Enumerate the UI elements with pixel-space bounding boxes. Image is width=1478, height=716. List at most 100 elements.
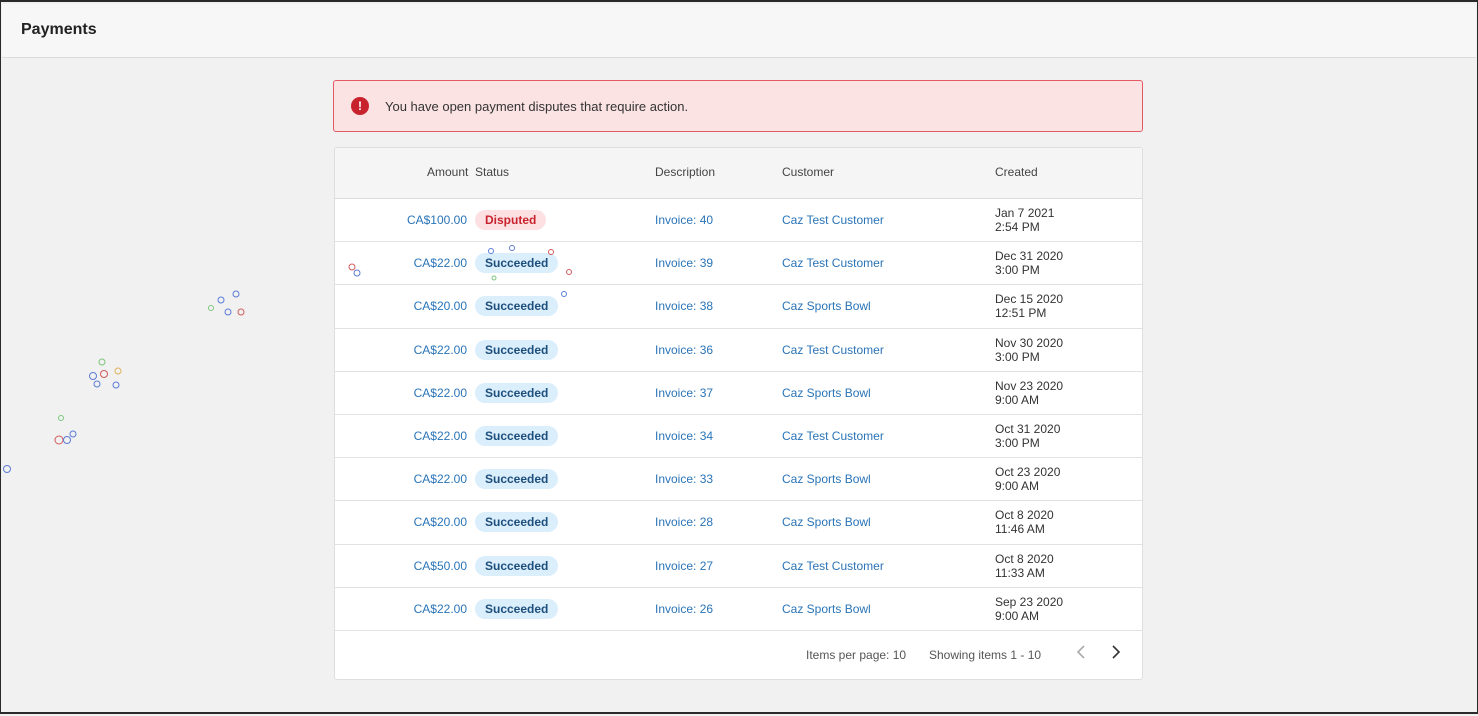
customer-link[interactable]: Caz Test Customer: [782, 343, 884, 357]
customer-link[interactable]: Caz Test Customer: [782, 559, 884, 573]
created-cell: Oct 31 2020 3:00 PM: [995, 422, 1060, 450]
status-badge: Succeeded: [475, 512, 559, 533]
status-cell: Succeeded: [475, 339, 559, 360]
created-date: Nov 30 2020: [995, 335, 1064, 350]
status-cell: Disputed: [475, 210, 547, 231]
customer-link[interactable]: Caz Test Customer: [782, 429, 884, 443]
table-row[interactable]: CA$22.00 Succeeded Invoice: 39 Caz Test Cus…: [335, 242, 1142, 286]
payments-table: Amount Status Description Customer Creat…: [334, 147, 1143, 680]
status-badge: Succeeded: [475, 296, 559, 317]
status-cell: Succeeded: [475, 469, 559, 490]
invoice-link[interactable]: Invoice: 28: [655, 515, 713, 529]
column-header-amount[interactable]: Amount: [427, 165, 468, 179]
created-time: 3:00 PM: [995, 436, 1040, 451]
customer-link[interactable]: Caz Sports Bowl: [782, 386, 871, 400]
amount-link[interactable]: CA$22.00: [414, 429, 467, 443]
amount-link[interactable]: CA$22.00: [414, 256, 467, 270]
table-row[interactable]: CA$100.00 Disputed Invoice: 40 Caz Test Cus…: [335, 199, 1142, 243]
created-time: 2:54 PM: [995, 220, 1040, 235]
amount-link[interactable]: CA$20.00: [414, 299, 467, 313]
invoice-link[interactable]: Invoice: 26: [655, 602, 713, 616]
invoice-link[interactable]: Invoice: 40: [655, 213, 713, 227]
customer-link[interactable]: Caz Sports Bowl: [782, 515, 871, 529]
amount-link[interactable]: CA$22.00: [414, 386, 467, 400]
customer-link[interactable]: Caz Sports Bowl: [782, 472, 871, 486]
amount-link[interactable]: CA$100.00: [407, 213, 467, 227]
invoice-link[interactable]: Invoice: 36: [655, 343, 713, 357]
table-row[interactable]: CA$22.00 Succeeded Invoice: 33 Caz Sports B…: [335, 458, 1142, 502]
status-badge: Succeeded: [475, 253, 559, 274]
amount-link[interactable]: CA$22.00: [414, 343, 467, 357]
created-time: 12:51 PM: [995, 306, 1047, 321]
created-cell: Sep 23 2020 9:00 AM: [995, 595, 1063, 623]
status-cell: Succeeded: [475, 555, 559, 576]
created-cell: Dec 31 2020 3:00 PM: [995, 249, 1063, 277]
created-cell: Oct 23 2020 9:00 AM: [995, 465, 1060, 493]
created-cell: Nov 23 2020 9:00 AM: [995, 379, 1063, 407]
status-badge: Succeeded: [475, 426, 559, 447]
created-date: Jan 7 2021: [995, 206, 1055, 221]
status-badge: Succeeded: [475, 598, 559, 619]
created-time: 9:00 AM: [995, 608, 1040, 623]
invoice-link[interactable]: Invoice: 34: [655, 429, 713, 443]
amount-link[interactable]: CA$50.00: [414, 559, 467, 573]
status-badge: Disputed: [475, 210, 547, 231]
created-date: Sep 23 2020: [995, 594, 1064, 609]
status-cell: Succeeded: [475, 253, 559, 274]
top-bar: Payments: [2, 4, 1476, 58]
created-cell: Dec 15 2020 12:51 PM: [995, 292, 1063, 320]
table-row[interactable]: CA$22.00 Succeeded Invoice: 34 Caz Test Cus…: [335, 415, 1142, 459]
created-date: Nov 23 2020: [995, 378, 1064, 393]
invoice-link[interactable]: Invoice: 38: [655, 299, 713, 313]
amount-link[interactable]: CA$20.00: [414, 515, 467, 529]
amount-link[interactable]: CA$22.00: [414, 472, 467, 486]
invoice-link[interactable]: Invoice: 27: [655, 559, 713, 573]
status-badge: Succeeded: [475, 382, 559, 403]
column-header-customer[interactable]: Customer: [782, 165, 834, 179]
created-cell: Nov 30 2020 3:00 PM: [995, 336, 1063, 364]
customer-link[interactable]: Caz Test Customer: [782, 213, 884, 227]
table-row[interactable]: CA$20.00 Succeeded Invoice: 28 Caz Sports B…: [335, 501, 1142, 545]
alert-message: You have open payment disputes that requ…: [385, 98, 689, 114]
status-badge: Succeeded: [475, 469, 559, 490]
chevron-left-icon[interactable]: [1071, 642, 1091, 662]
table-row[interactable]: CA$22.00 Succeeded Invoice: 26 Caz Sports B…: [335, 588, 1142, 631]
column-header-status[interactable]: Status: [475, 165, 509, 179]
error-icon: !: [351, 97, 369, 115]
app-window: Payments ! You have open payment dispute…: [0, 0, 1478, 714]
table-row[interactable]: CA$22.00 Succeeded Invoice: 37 Caz Sports B…: [335, 372, 1142, 415]
column-header-description[interactable]: Description: [655, 165, 715, 179]
showing-items: Showing items 1 - 10: [929, 648, 1042, 662]
customer-link[interactable]: Caz Sports Bowl: [782, 602, 871, 616]
invoice-link[interactable]: Invoice: 37: [655, 386, 713, 400]
created-time: 9:00 AM: [995, 479, 1040, 494]
pagination: Items per page: 10 Showing items 1 - 10: [335, 628, 1142, 679]
created-date: Oct 31 2020: [995, 422, 1061, 437]
table-row[interactable]: CA$50.00 Succeeded Invoice: 27 Caz Test Cus…: [335, 545, 1142, 588]
status-cell: Succeeded: [475, 512, 559, 533]
created-date: Oct 8 2020: [995, 551, 1054, 566]
dispute-alert: ! You have open payment disputes that re…: [333, 80, 1143, 132]
table-header: Amount Status Description Customer Creat…: [335, 148, 1142, 199]
page-title: Payments: [21, 21, 97, 38]
status-badge: Succeeded: [475, 555, 559, 576]
status-badge: Succeeded: [475, 339, 559, 360]
created-date: Oct 23 2020: [995, 465, 1061, 480]
chevron-right-icon[interactable]: [1106, 642, 1126, 662]
customer-link[interactable]: Caz Sports Bowl: [782, 299, 871, 313]
column-header-created[interactable]: Created: [995, 165, 1038, 179]
table-row[interactable]: CA$22.00 Succeeded Invoice: 36 Caz Test Cus…: [335, 329, 1142, 372]
created-date: Dec 31 2020: [995, 249, 1064, 264]
table-body: CA$100.00 Disputed Invoice: 40 Caz Test Cus…: [335, 199, 1142, 631]
table-row[interactable]: CA$20.00 Succeeded Invoice: 38 Caz Sports B…: [335, 285, 1142, 329]
status-cell: Succeeded: [475, 426, 559, 447]
created-cell: Oct 8 2020 11:33 AM: [995, 552, 1054, 580]
created-date: Oct 8 2020: [995, 508, 1054, 523]
created-time: 11:33 AM: [995, 565, 1045, 580]
amount-link[interactable]: CA$22.00: [414, 602, 467, 616]
invoice-link[interactable]: Invoice: 33: [655, 472, 713, 486]
customer-link[interactable]: Caz Test Customer: [782, 256, 884, 270]
items-per-page[interactable]: Items per page: 10: [806, 648, 906, 662]
created-cell: Jan 7 2021 2:54 PM: [995, 206, 1054, 234]
invoice-link[interactable]: Invoice: 39: [655, 256, 713, 270]
